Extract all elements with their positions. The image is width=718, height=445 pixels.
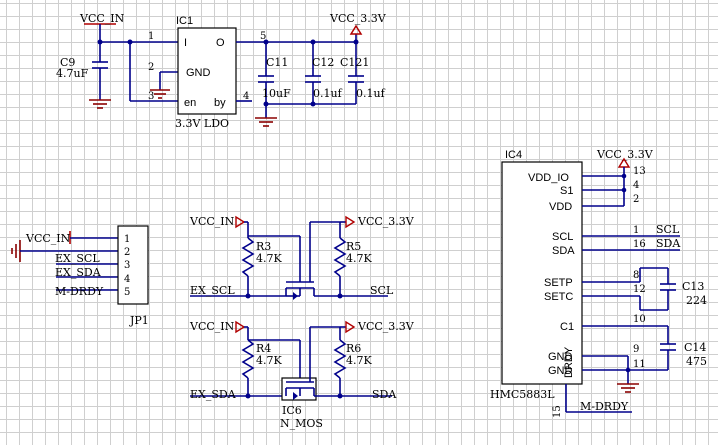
jp1-vcc-label: VCC_IN xyxy=(25,232,71,245)
jp1-pin-1: 1 xyxy=(124,234,130,245)
ldo-pin-en: en xyxy=(184,97,196,109)
ldo-pin-o: O xyxy=(216,37,225,49)
sensor-section: IC4 VCC_3.3V VDD_IO 13 S1 4 VDD 2 SCL 1 … xyxy=(490,148,707,418)
r6-resistor xyxy=(333,339,347,379)
pin-s1: S1 xyxy=(560,185,573,197)
r3-value: 4.7K xyxy=(256,252,282,265)
ldo-pin-4: 4 xyxy=(243,91,249,102)
mosfet-type: N_MOS xyxy=(280,417,323,430)
junction xyxy=(245,393,251,399)
ldo-designator: IC1 xyxy=(176,15,193,27)
pin-vdd-io: VDD_IO xyxy=(528,172,569,184)
vcc-in-arrow-icon xyxy=(235,215,246,229)
schematic-sheet: VCC_IN 1 C9 4.7uF 2 3 IC1 I O GND en by … xyxy=(0,0,718,445)
pin-num-11: 11 xyxy=(633,359,646,370)
vcc-in-label: VCC_IN xyxy=(79,12,125,25)
connector-section: VCC_IN EX_SCL EX_SDA M-DRDY 1 2 3 4 5 JP… xyxy=(11,225,149,327)
pin-vdd: VDD xyxy=(549,201,572,213)
c13-name: C13 xyxy=(682,280,704,293)
scl-vcc33-label: VCC_3.3V xyxy=(357,215,415,228)
pin-c1: C1 xyxy=(560,321,574,333)
ldo-pin-1: 1 xyxy=(148,31,154,42)
r5-resistor xyxy=(333,237,347,277)
pin-num-8: 8 xyxy=(633,270,639,281)
c14-name: C14 xyxy=(684,341,706,354)
pin-num-13: 13 xyxy=(633,166,646,177)
c11-value: 10uF xyxy=(262,87,291,100)
pin-num-15: 15 xyxy=(552,405,563,418)
pin-num-1: 1 xyxy=(633,225,639,236)
jp1-body xyxy=(117,225,149,305)
vcc33-arrow-icon xyxy=(349,24,363,35)
c121-value: 0.1uf xyxy=(356,87,386,100)
sensor-designator: IC4 xyxy=(505,149,522,161)
jp1-pin-3: 3 xyxy=(124,260,130,271)
jp1-scl-label: EX_SCL xyxy=(55,252,100,265)
vcc33-arrow-icon xyxy=(345,215,356,229)
ldo-pin-i: I xyxy=(184,37,187,49)
vcc33-arrow-icon xyxy=(345,320,356,334)
sensor-part: HMC5883L xyxy=(490,388,555,401)
c13-value: 224 xyxy=(686,294,707,307)
scl-label: SCL xyxy=(370,284,394,297)
jp1-pin-4: 4 xyxy=(124,274,130,285)
pin-num-16: 16 xyxy=(633,239,646,250)
pin-scl: SCL xyxy=(552,231,573,243)
pin-num-10: 10 xyxy=(633,314,646,325)
r6-value: 4.7K xyxy=(346,354,372,367)
ldo-value: 3.3V LDO xyxy=(175,117,229,130)
pin-sda: SDA xyxy=(552,245,575,257)
junction xyxy=(263,101,269,107)
r4-resistor xyxy=(241,339,255,379)
pin-setp: SETP xyxy=(544,277,573,289)
schematic-drawing: VCC_IN 1 C9 4.7uF 2 3 IC1 I O GND en by … xyxy=(11,12,707,430)
pin-num-12: 12 xyxy=(633,284,646,295)
c11-name: C11 xyxy=(266,56,288,69)
c9-value: 4.7uF xyxy=(56,67,89,80)
ldo-pin-by: by xyxy=(214,97,226,109)
jp1-pin-5: 5 xyxy=(124,287,130,298)
mosfet-designator: IC6 xyxy=(282,404,302,417)
ldo-pin-gnd: GND xyxy=(186,67,211,79)
jp1-pin-2: 2 xyxy=(124,247,130,258)
pin-setc: SETC xyxy=(544,291,573,303)
jp1-drdy-label: M-DRDY xyxy=(55,285,104,298)
pin-num-2: 2 xyxy=(633,194,639,205)
sensor-sda-net: SDA xyxy=(656,237,681,250)
ldo-pin-3: 3 xyxy=(148,91,154,102)
sensor-scl-net: SCL xyxy=(656,223,680,236)
ex-sda-label: EX_SDA xyxy=(190,388,237,401)
sda-vcc-in-label: VCC_IN xyxy=(189,320,235,333)
pin-num-4: 4 xyxy=(633,180,639,191)
sda-vcc33-label: VCC_3.3V xyxy=(357,320,415,333)
jp1-sda-label: EX_SDA xyxy=(55,266,102,279)
c121-name: C121 xyxy=(340,56,369,69)
ex-scl-label: EX_SCL xyxy=(190,284,235,297)
c12-value: 0.1uf xyxy=(313,87,343,100)
level-shifter-sda: VCC_IN R4 4.7K EX_SDA IC6 N_MOS SDA R6 4… xyxy=(189,320,415,430)
jp1-designator: JP1 xyxy=(129,314,149,327)
level-shifter-scl: VCC_IN R3 4.7K EX_SCL SCL R5 4.7K VCC_3.… xyxy=(189,215,415,300)
sensor-drdy-net: M-DRDY xyxy=(580,400,629,413)
scl-vcc-in-label: VCC_IN xyxy=(189,215,235,228)
sda-label: SDA xyxy=(372,388,397,401)
pin-drdy: DRDY xyxy=(563,346,575,378)
r5-value: 4.7K xyxy=(346,252,372,265)
ldo-pin-2: 2 xyxy=(148,62,154,73)
sensor-vcc33-label: VCC_3.3V xyxy=(596,148,654,161)
mosfet-arrow-icon xyxy=(293,292,298,300)
c12-name: C12 xyxy=(312,56,334,69)
r3-resistor xyxy=(241,237,255,277)
junction xyxy=(245,293,251,299)
vcc-in-arrow-icon xyxy=(235,320,246,334)
vcc33-label: VCC_3.3V xyxy=(329,12,387,25)
ldo-section: VCC_IN 1 C9 4.7uF 2 3 IC1 I O GND en by … xyxy=(56,12,387,130)
pin-num-9: 9 xyxy=(633,344,639,355)
c14-value: 475 xyxy=(686,355,707,368)
junction xyxy=(310,101,316,107)
r4-value: 4.7K xyxy=(256,354,282,367)
